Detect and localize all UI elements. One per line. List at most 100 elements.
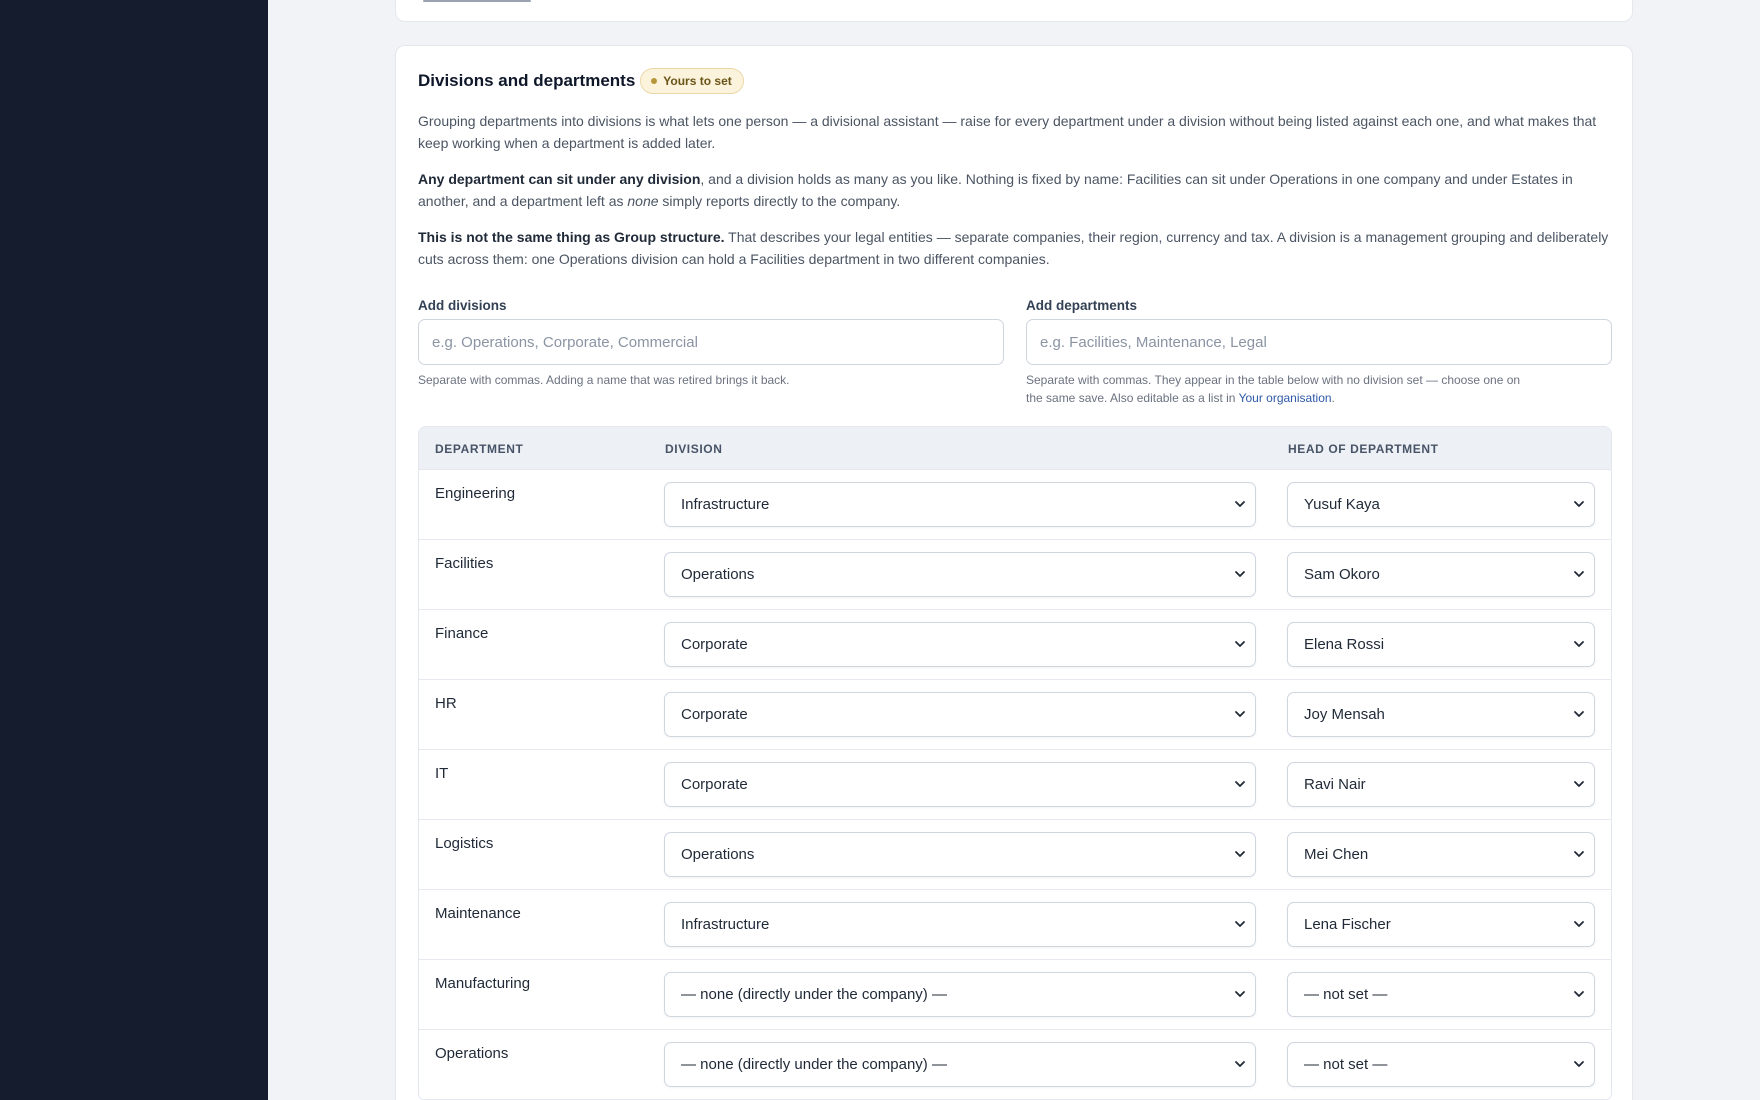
table-row: Finance Corporate Elena Rossi	[419, 610, 1611, 680]
add-departments-hint: Separate with commas. They appear in the…	[1026, 371, 1612, 407]
column-header-department: DEPARTMENT	[435, 442, 524, 456]
division-value: Infrastructure	[681, 496, 770, 513]
chevron-down-icon	[1574, 851, 1584, 857]
head-value: Ravi Nair	[1304, 776, 1366, 793]
head-of-department-select[interactable]: — not set —	[1287, 972, 1595, 1017]
chevron-down-icon	[1574, 921, 1584, 927]
head-value: Joy Mensah	[1304, 706, 1385, 723]
division-value: Infrastructure	[681, 916, 770, 933]
division-select[interactable]: Infrastructure	[664, 482, 1256, 527]
chevron-down-icon	[1574, 571, 1584, 577]
head-value: Lena Fischer	[1304, 916, 1391, 933]
card-header: Divisions and departments Yours to set	[418, 68, 744, 94]
division-value: Corporate	[681, 706, 748, 723]
chevron-down-icon	[1235, 851, 1245, 857]
division-select[interactable]: Infrastructure	[664, 902, 1256, 947]
departments-table: DEPARTMENT DIVISION HEAD OF DEPARTMENT E…	[418, 426, 1612, 1100]
department-name: Facilities	[435, 555, 494, 572]
table-row: Engineering Infrastructure Yusuf Kaya	[419, 470, 1611, 540]
head-of-department-select[interactable]: Sam Okoro	[1287, 552, 1595, 597]
head-value: — not set —	[1304, 1056, 1388, 1073]
main-content: Divisions and departments Yours to set G…	[268, 0, 1760, 1100]
chevron-down-icon	[1235, 921, 1245, 927]
division-select[interactable]: Corporate	[664, 622, 1256, 667]
table-row: IT Corporate Ravi Nair	[419, 750, 1611, 820]
table-row: Operations — none (directly under the co…	[419, 1030, 1611, 1100]
chevron-down-icon	[1235, 641, 1245, 647]
chevron-down-icon	[1235, 501, 1245, 507]
rules-italic: none	[627, 193, 659, 209]
table-row: HR Corporate Joy Mensah	[419, 680, 1611, 750]
chevron-down-icon	[1235, 1061, 1245, 1067]
chevron-down-icon	[1235, 781, 1245, 787]
head-value: Elena Rossi	[1304, 636, 1385, 653]
chevron-down-icon	[1235, 711, 1245, 717]
rules-bold: Any department can sit under any divisio…	[418, 171, 701, 187]
head-of-department-select[interactable]: Lena Fischer	[1287, 902, 1595, 947]
badge-dot-icon	[651, 78, 658, 84]
hint-period: .	[1331, 391, 1335, 405]
chevron-down-icon	[1574, 711, 1584, 717]
add-divisions-hint: Separate with commas. Adding a name that…	[418, 373, 790, 387]
hint-line2-text: the same save. Also editable as a list i…	[1026, 391, 1239, 405]
group-structure-bold: This is not the same thing as Group stru…	[418, 229, 725, 245]
head-of-department-select[interactable]: Mei Chen	[1287, 832, 1595, 877]
department-name: Engineering	[435, 485, 516, 502]
division-value: Corporate	[681, 776, 748, 793]
card-title: Divisions and departments	[418, 71, 636, 90]
chevron-down-icon	[1574, 991, 1584, 997]
rules-text-b: simply reports directly to the company.	[658, 193, 901, 209]
table-row: Manufacturing — none (directly under the…	[419, 960, 1611, 1030]
division-select[interactable]: Corporate	[664, 762, 1256, 807]
division-value: Operations	[681, 846, 755, 863]
chevron-down-icon	[1574, 501, 1584, 507]
division-select[interactable]: — none (directly under the company) —	[664, 1042, 1256, 1087]
table-row: Logistics Operations Mei Chen	[419, 820, 1611, 890]
intro-paragraph: Grouping departments into divisions is w…	[418, 113, 1597, 151]
divisions-card: Divisions and departments Yours to set G…	[395, 45, 1633, 1100]
division-select[interactable]: Operations	[664, 552, 1256, 597]
rules-paragraph: Any department can sit under any divisio…	[418, 168, 1612, 212]
previous-card-button-edge[interactable]	[423, 0, 531, 2]
division-select[interactable]: — none (directly under the company) —	[664, 972, 1256, 1017]
division-select[interactable]: Operations	[664, 832, 1256, 877]
head-of-department-select[interactable]: Yusuf Kaya	[1287, 482, 1595, 527]
chevron-down-icon	[1235, 991, 1245, 997]
division-select[interactable]: Corporate	[664, 692, 1256, 737]
head-value: Yusuf Kaya	[1304, 496, 1380, 513]
chevron-down-icon	[1574, 1061, 1584, 1067]
department-name: Maintenance	[435, 905, 521, 922]
add-divisions-label: Add divisions	[418, 298, 507, 313]
add-departments-label: Add departments	[1026, 298, 1138, 313]
division-value: Operations	[681, 566, 755, 583]
previous-card	[395, 0, 1633, 22]
status-badge: Yours to set	[640, 68, 744, 94]
chevron-down-icon	[1574, 781, 1584, 787]
division-value: — none (directly under the company) —	[681, 1056, 947, 1073]
head-value: Mei Chen	[1304, 846, 1369, 863]
column-header-division: DIVISION	[665, 442, 723, 456]
column-header-head: HEAD OF DEPARTMENT	[1288, 442, 1439, 456]
chevron-down-icon	[1235, 571, 1245, 577]
add-divisions-input[interactable]	[418, 319, 1004, 365]
head-of-department-select[interactable]: Joy Mensah	[1287, 692, 1595, 737]
division-value: — none (directly under the company) —	[681, 986, 947, 1003]
table-header: DEPARTMENT DIVISION HEAD OF DEPARTMENT	[419, 427, 1611, 470]
group-structure-paragraph: This is not the same thing as Group stru…	[418, 226, 1612, 270]
add-departments-input[interactable]	[1026, 319, 1612, 365]
head-of-department-select[interactable]: — not set —	[1287, 1042, 1595, 1087]
head-of-department-select[interactable]: Elena Rossi	[1287, 622, 1595, 667]
chevron-down-icon	[1574, 641, 1584, 647]
table-body: Engineering Infrastructure Yusuf Kaya Fa…	[419, 470, 1611, 1100]
head-value: — not set —	[1304, 986, 1388, 1003]
department-name: IT	[435, 765, 449, 782]
add-departments-hint-line1: Separate with commas. They appear in the…	[1026, 373, 1521, 387]
your-organisation-link[interactable]: Your organisation	[1239, 391, 1332, 405]
department-name: Operations	[435, 1045, 509, 1062]
department-name: Logistics	[435, 835, 494, 852]
table-row: Facilities Operations Sam Okoro	[419, 540, 1611, 610]
department-name: Finance	[435, 625, 489, 642]
head-of-department-select[interactable]: Ravi Nair	[1287, 762, 1595, 807]
division-value: Corporate	[681, 636, 748, 653]
badge-label: Yours to set	[663, 74, 732, 88]
